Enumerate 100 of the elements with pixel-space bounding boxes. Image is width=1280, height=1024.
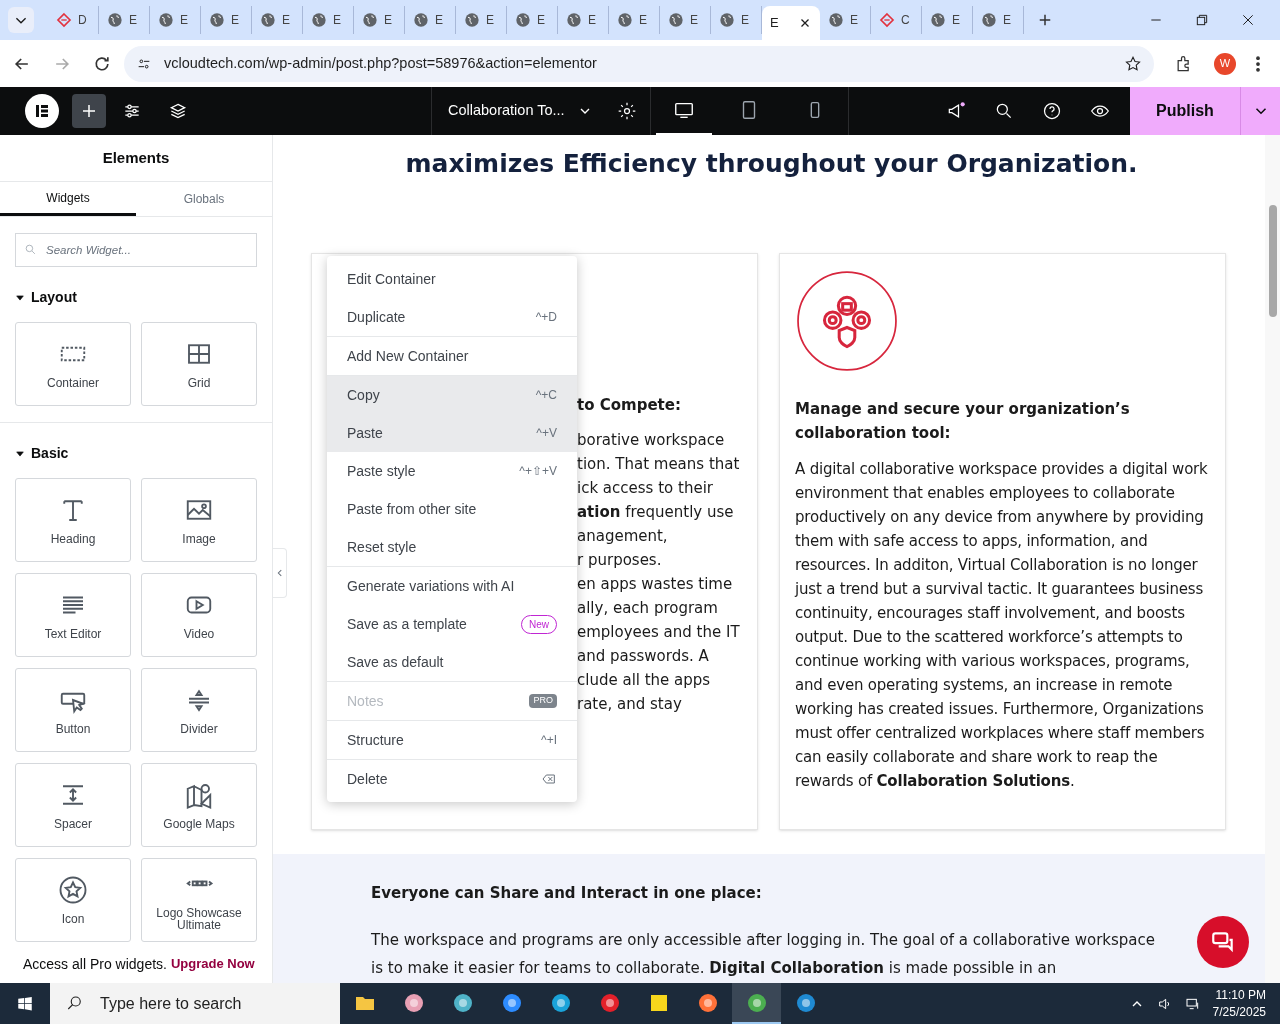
browser-tab[interactable]: E bbox=[252, 6, 303, 34]
backspace-key-icon bbox=[541, 771, 557, 787]
widget-tile[interactable]: Spacer bbox=[15, 763, 131, 847]
globe-icon bbox=[566, 12, 582, 28]
browser-tab[interactable]: E bbox=[609, 6, 660, 34]
widget-tile[interactable]: Video bbox=[141, 573, 257, 657]
widget-tile[interactable]: Image bbox=[141, 478, 257, 562]
search-icon bbox=[24, 243, 37, 256]
browser-tab[interactable]: E bbox=[820, 6, 871, 34]
restore-icon[interactable] bbox=[1194, 12, 1210, 28]
menu-item[interactable]: Structure ^+I bbox=[327, 721, 577, 759]
section-heading: Everyone can Share and Interact in one place: bbox=[371, 882, 763, 904]
help-icon[interactable] bbox=[1042, 101, 1062, 121]
card-paragraph: borative workspace tion. That means that ick access to their ation frequently use anagement, r purposes. en apps wastes time ally, each program employees and the IT and passwords. A clude all the apps rate, and stay bbox=[577, 430, 741, 715]
globe-icon bbox=[260, 12, 276, 28]
caret-icon bbox=[15, 448, 25, 459]
tab-search-icon[interactable] bbox=[8, 7, 34, 33]
widget-tile[interactable]: Container bbox=[15, 322, 131, 406]
browser-tab[interactable]: E bbox=[99, 6, 150, 34]
plus-icon bbox=[80, 102, 98, 120]
browser-tab[interactable]: E bbox=[660, 6, 711, 34]
globe-icon bbox=[515, 12, 531, 28]
browser-tab[interactable]: E bbox=[762, 6, 820, 40]
widget-tile[interactable]: Heading bbox=[15, 478, 131, 562]
category-header[interactable]: Layout bbox=[15, 287, 257, 308]
diamond-logo-icon bbox=[56, 12, 72, 28]
widget-tile[interactable]: Divider bbox=[141, 668, 257, 752]
browser-tab[interactable]: E bbox=[558, 6, 609, 34]
section-paragraph: The workspace and programs are only accessible after logging in. The goal of a collaborative workspace is to make it easier for teams to collaborate. Digital Collaboration is made possible in an bbox=[371, 930, 1156, 979]
browser-tab[interactable]: D bbox=[48, 6, 99, 34]
widget-tile[interactable]: Google Maps bbox=[141, 763, 257, 847]
globe-icon bbox=[828, 12, 844, 28]
address-bar[interactable]: vcloudtech.com/wp-admin/post.php?post=58976&action=elementor bbox=[124, 45, 1154, 82]
chat-icon bbox=[1210, 929, 1236, 955]
widget-tile[interactable]: Icon bbox=[15, 858, 131, 942]
browser-tab[interactable]: E bbox=[456, 6, 507, 34]
menu-item[interactable]: Generate variations with AI bbox=[327, 567, 577, 605]
panel-tab[interactable]: Globals bbox=[136, 182, 272, 216]
elementor-logo-icon[interactable] bbox=[25, 94, 59, 128]
menu-item[interactable]: Edit Container bbox=[327, 260, 577, 298]
add-element-button[interactable] bbox=[72, 94, 106, 128]
menu-item[interactable]: Copy ^+C bbox=[327, 376, 577, 414]
menu-item[interactable]: Save as a template New bbox=[327, 605, 577, 643]
browser-tab[interactable]: E bbox=[150, 6, 201, 34]
taskbar-clock[interactable]: 11:10 PM 7/25/2025 bbox=[1212, 986, 1266, 1021]
browser-tab[interactable]: E bbox=[922, 6, 973, 34]
menu-item[interactable]: Save as default bbox=[327, 643, 577, 681]
menu-item[interactable]: Delete bbox=[327, 760, 577, 798]
search-icon bbox=[66, 994, 84, 1012]
widget-tile[interactable]: Button bbox=[15, 668, 131, 752]
dots-icon bbox=[184, 879, 214, 889]
browser-tab[interactable]: E bbox=[507, 6, 558, 34]
menu-badge: PRO bbox=[529, 694, 557, 708]
card-paragraph: A digital collaborative workspace provides a digital work environment that enables employees to collaborate productively on any device from anywhere by providing them with safe access to apps, information, and resources. In additon, Virtual Collaboration is no longer just a trend but a survival tactic. It guarantees business continuity, encourages staff involvement, and boosts output. Due to the scattered workforce’s attempts to continue working with various workspaces, programs, and even operating systems, an increase in remote working has created issues. Furthermore, Organizations must offer centralized workplaces where staff members can easily collaborate and share work to reap the rewards of Collaboration Solutions. bbox=[795, 458, 1209, 792]
layers-icon[interactable] bbox=[168, 101, 188, 121]
settings-icon[interactable] bbox=[616, 101, 637, 121]
promo-text: Access all Pro widgets. bbox=[23, 954, 167, 974]
search-icon[interactable] bbox=[994, 101, 1014, 121]
close-icon[interactable] bbox=[1240, 12, 1256, 28]
globe-icon bbox=[981, 12, 997, 28]
menu-item[interactable]: Paste from other site bbox=[327, 490, 577, 528]
taskbar-app[interactable] bbox=[732, 983, 781, 1024]
card-heading: Manage and secure your organization’s collaboration tool: bbox=[795, 398, 1131, 444]
scrollbar-thumb[interactable] bbox=[1269, 205, 1277, 317]
publish-button[interactable]: Publish bbox=[1130, 87, 1240, 135]
globe-icon bbox=[668, 12, 684, 28]
browser-tab[interactable]: E bbox=[405, 6, 456, 34]
menu-item[interactable]: Paste style ^+⇧+V bbox=[327, 452, 577, 490]
caret-icon bbox=[15, 292, 25, 303]
browser-tab[interactable]: E bbox=[303, 6, 354, 34]
menu-item[interactable]: Reset style bbox=[327, 528, 577, 566]
upgrade-link[interactable]: Upgrade Now bbox=[170, 954, 255, 974]
card-heading: to Compete: bbox=[577, 394, 682, 416]
panel-tab[interactable]: Widgets bbox=[0, 182, 136, 216]
menu-item[interactable]: Paste ^+V bbox=[327, 414, 577, 452]
bookmark-star-icon[interactable] bbox=[1124, 54, 1142, 73]
search-field[interactable]: Search Widget... bbox=[15, 233, 257, 267]
globe-icon bbox=[158, 12, 174, 28]
panel-title: Elements bbox=[0, 135, 272, 182]
globe-icon bbox=[209, 12, 225, 28]
menu-item[interactable]: Duplicate ^+D bbox=[327, 298, 577, 336]
widget-tile[interactable]: Text Editor bbox=[15, 573, 131, 657]
globe-icon bbox=[413, 12, 429, 28]
globe-icon bbox=[930, 12, 946, 28]
windows-start-icon[interactable] bbox=[16, 994, 34, 1013]
browser-tab[interactable]: E bbox=[354, 6, 405, 34]
taskbar-search[interactable]: Type here to search bbox=[50, 983, 340, 1024]
megaphone-icon[interactable] bbox=[946, 101, 966, 121]
document-title-dropdown[interactable]: Collaboration To... bbox=[448, 100, 593, 122]
menu-item[interactable]: Add New Container bbox=[327, 337, 577, 375]
browser-tab[interactable]: E bbox=[201, 6, 252, 34]
widget-tile[interactable]: Grid bbox=[141, 322, 257, 406]
browser-tab[interactable]: C bbox=[871, 6, 922, 34]
globe-icon bbox=[464, 12, 480, 28]
profile-avatar[interactable]: W bbox=[1214, 52, 1236, 75]
globe-icon bbox=[362, 12, 378, 28]
page-heading: maximizes Efficiency throughout your Organization. bbox=[404, 148, 1139, 180]
browser-tab[interactable]: E bbox=[973, 6, 1024, 34]
category-header[interactable]: Basic bbox=[15, 443, 257, 464]
widget-tile[interactable]: Logo Showcase Ultimate bbox=[141, 858, 257, 942]
